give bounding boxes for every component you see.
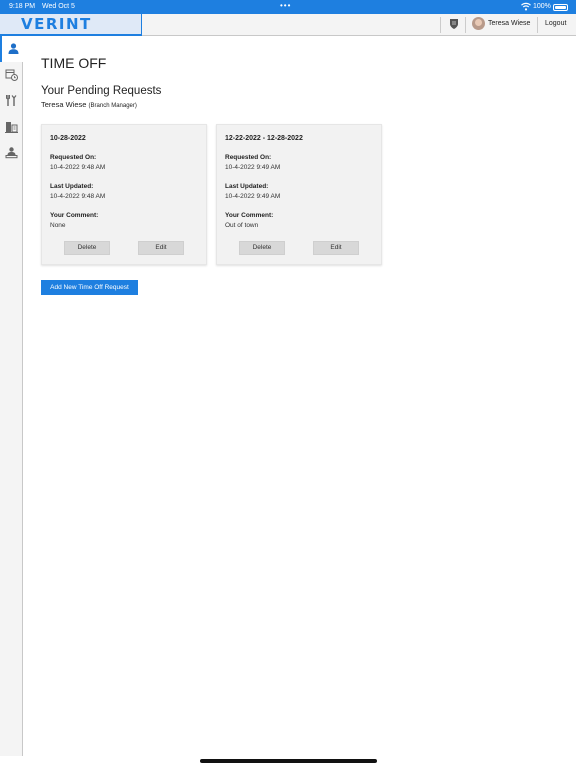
calendar-clock-icon [5, 69, 18, 81]
page-title: TIME OFF [41, 55, 107, 71]
comment-value: None [50, 222, 66, 229]
requested-on-value: 10-4-2022 9:48 AM [50, 164, 106, 171]
person-icon [8, 43, 19, 54]
brand-area[interactable]: VERINT [0, 14, 142, 36]
tools-icon [6, 95, 17, 106]
home-indicator[interactable] [200, 759, 377, 763]
last-updated-label: Last Updated: [225, 183, 269, 190]
comment-label: Your Comment: [50, 212, 99, 219]
sidebar [0, 36, 23, 756]
person-desk-icon [5, 147, 18, 159]
header-divider [465, 17, 466, 33]
delete-button[interactable]: Delete [239, 241, 285, 255]
request-card: 12-22-2022 - 12-28-2022 Requested On: 10… [216, 124, 382, 265]
multitask-dots[interactable]: ••• [280, 1, 291, 10]
request-dates: 10-28-2022 [50, 135, 86, 142]
edit-button[interactable]: Edit [313, 241, 359, 255]
user-name: Teresa Wiese [41, 100, 87, 109]
app-header: VERINT Teresa Wiese Logout [0, 14, 576, 36]
requested-on-label: Requested On: [50, 154, 97, 161]
building-icon [5, 122, 18, 133]
battery-percent: 100% [533, 3, 551, 10]
last-updated-value: 10-4-2022 9:49 AM [225, 193, 281, 200]
logout-button[interactable]: Logout [545, 20, 566, 27]
verint-logo: VERINT [21, 15, 92, 33]
comment-label: Your Comment: [225, 212, 274, 219]
status-bar: 9:18 PM Wed Oct 5 ••• 100% [0, 0, 576, 14]
edit-button[interactable]: Edit [138, 241, 184, 255]
request-card: 10-28-2022 Requested On: 10-4-2022 9:48 … [41, 124, 207, 265]
request-dates: 12-22-2022 - 12-28-2022 [225, 135, 303, 142]
add-time-off-request-button[interactable]: Add New Time Off Request [41, 280, 138, 295]
section-title: Your Pending Requests [41, 85, 162, 97]
status-time: 9:18 PM [9, 3, 36, 10]
status-date: Wed Oct 5 [42, 3, 75, 10]
comment-value: Out of town [225, 222, 259, 229]
requested-on-label: Requested On: [225, 154, 272, 161]
requested-on-value: 10-4-2022 9:49 AM [225, 164, 281, 171]
shield-badge-icon[interactable] [449, 18, 459, 30]
last-updated-label: Last Updated: [50, 183, 94, 190]
sidebar-item-tools[interactable] [0, 88, 23, 114]
sidebar-item-team[interactable] [0, 140, 23, 166]
sidebar-item-organization[interactable] [0, 114, 23, 140]
avatar[interactable] [472, 17, 485, 30]
sidebar-item-profile[interactable] [0, 36, 23, 62]
sidebar-item-schedule[interactable] [0, 62, 23, 88]
header-divider [537, 17, 538, 33]
user-role: (Branch Manager) [88, 103, 137, 109]
battery-icon [553, 4, 568, 11]
user-line: Teresa Wiese (Branch Manager) [41, 100, 137, 109]
delete-button[interactable]: Delete [64, 241, 110, 255]
header-user-name[interactable]: Teresa Wiese [488, 20, 530, 27]
header-divider [440, 17, 441, 33]
last-updated-value: 10-4-2022 9:48 AM [50, 193, 106, 200]
wifi-icon [521, 2, 531, 11]
